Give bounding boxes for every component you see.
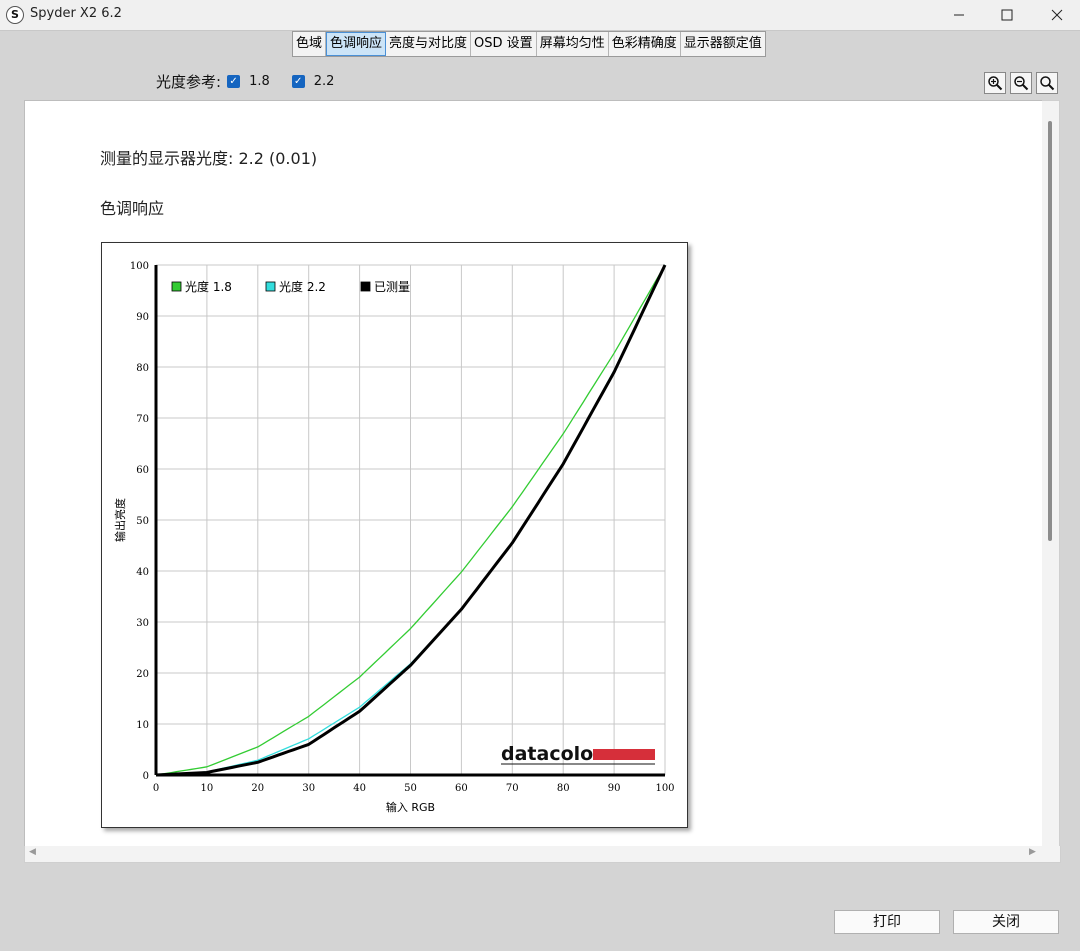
y-tick-label: 60: [136, 465, 149, 476]
y-tick-label: 90: [136, 312, 149, 323]
x-tick-label: 70: [506, 783, 519, 794]
x-tick-label: 90: [608, 783, 621, 794]
vertical-scrollbar[interactable]: [1042, 100, 1060, 848]
zoom-out-icon: [1014, 76, 1029, 91]
zoom-out-button[interactable]: [1010, 72, 1032, 94]
scroll-left-icon[interactable]: ◀: [29, 847, 36, 857]
tab-tone-response[interactable]: 色调响应: [326, 32, 387, 56]
x-tick-label: 100: [655, 783, 674, 794]
maximize-button[interactable]: [984, 0, 1030, 30]
zoom-controls: [984, 72, 1058, 94]
maximize-icon: [1001, 9, 1013, 21]
tab-screen-uniformity[interactable]: 屏幕均匀性: [537, 32, 609, 56]
gamma-reference-label: 光度参考:: [156, 72, 222, 91]
tab-osd-settings[interactable]: OSD 设置: [471, 32, 537, 56]
y-tick-label: 30: [136, 618, 149, 629]
datacolor-logo-bar: [593, 749, 655, 760]
y-tick-label: 0: [143, 771, 149, 782]
y-tick-label: 100: [130, 261, 149, 272]
gamma-2-2-label: 2.2: [313, 73, 335, 89]
measured-gamma-text: 测量的显示器光度: 2.2 (0.01): [100, 149, 318, 168]
checkbox-gamma-2-2[interactable]: ✓: [291, 74, 305, 88]
y-axis-label: 输出亮度: [113, 498, 127, 542]
tab-color-gamut[interactable]: 色域: [293, 32, 327, 56]
x-tick-label: 50: [404, 783, 417, 794]
zoom-reset-button[interactable]: [1036, 72, 1058, 94]
x-tick-label: 10: [201, 783, 214, 794]
zoom-in-icon: [988, 76, 1003, 91]
legend-swatch-1: [171, 281, 182, 292]
x-tick-label: 0: [153, 783, 159, 794]
y-tick-label: 50: [136, 516, 149, 527]
legend-swatch-2: [265, 281, 276, 292]
window-title: Spyder X2 6.2: [30, 6, 122, 21]
chart-svg: 0 10 20 30 40 50 60 70 80 90 100 0 10 20 30 40 50 60 70 80 9…: [113, 261, 675, 814]
tab-brightness-contrast[interactable]: 亮度与对比度: [386, 32, 472, 56]
gamma-reference-row: 光度参考: ✓ 1.8 ✓ 2.2: [156, 70, 356, 92]
zoom-reset-icon: [1040, 76, 1055, 91]
y-tick-label: 10: [136, 720, 149, 731]
tab-bar: 色域 色调响应 亮度与对比度 OSD 设置 屏幕均匀性 色彩精确度 显示器额定值: [292, 31, 766, 57]
y-tick-label: 80: [136, 363, 149, 374]
title-bar: S Spyder X2 6.2: [0, 0, 1080, 31]
legend-label-2: 光度 2.2: [279, 279, 326, 294]
vertical-scroll-thumb[interactable]: [1048, 121, 1052, 541]
x-tick-label: 80: [557, 783, 570, 794]
minimize-icon: [954, 14, 964, 16]
section-title: 色调响应: [100, 199, 165, 218]
scroll-right-icon[interactable]: ▶: [1029, 847, 1036, 857]
y-tick-label: 40: [136, 567, 149, 578]
horizontal-scrollbar[interactable]: ◀ ▶: [24, 846, 1061, 863]
x-tick-label: 20: [251, 783, 264, 794]
app-icon: S: [6, 6, 24, 24]
tab-display-rating[interactable]: 显示器额定值: [681, 32, 765, 56]
x-tick-label: 30: [302, 783, 315, 794]
x-axis-label: 输入 RGB: [386, 800, 435, 814]
datacolor-logo-text: datacolor: [501, 743, 603, 765]
close-button[interactable]: 关闭: [953, 910, 1059, 934]
tone-response-chart: 0 10 20 30 40 50 60 70 80 90 100 0 10 20 30 40 50 60 70 80 9…: [101, 242, 688, 828]
zoom-in-button[interactable]: [984, 72, 1006, 94]
close-window-button[interactable]: [1034, 0, 1080, 30]
checkbox-gamma-1-8[interactable]: ✓: [227, 74, 241, 88]
x-tick-label: 40: [353, 783, 366, 794]
legend-label-1: 光度 1.8: [185, 279, 232, 294]
gamma-1-8-label: 1.8: [249, 73, 270, 89]
legend-swatch-3: [360, 281, 371, 292]
x-tick-label: 60: [455, 783, 468, 794]
legend-label-3: 已测量: [374, 280, 410, 294]
tab-color-accuracy[interactable]: 色彩精确度: [609, 32, 681, 56]
y-tick-label: 70: [136, 414, 149, 425]
close-icon: [1051, 9, 1063, 21]
y-tick-label: 20: [136, 669, 149, 680]
print-button[interactable]: 打印: [834, 910, 940, 934]
minimize-button[interactable]: [936, 0, 982, 30]
